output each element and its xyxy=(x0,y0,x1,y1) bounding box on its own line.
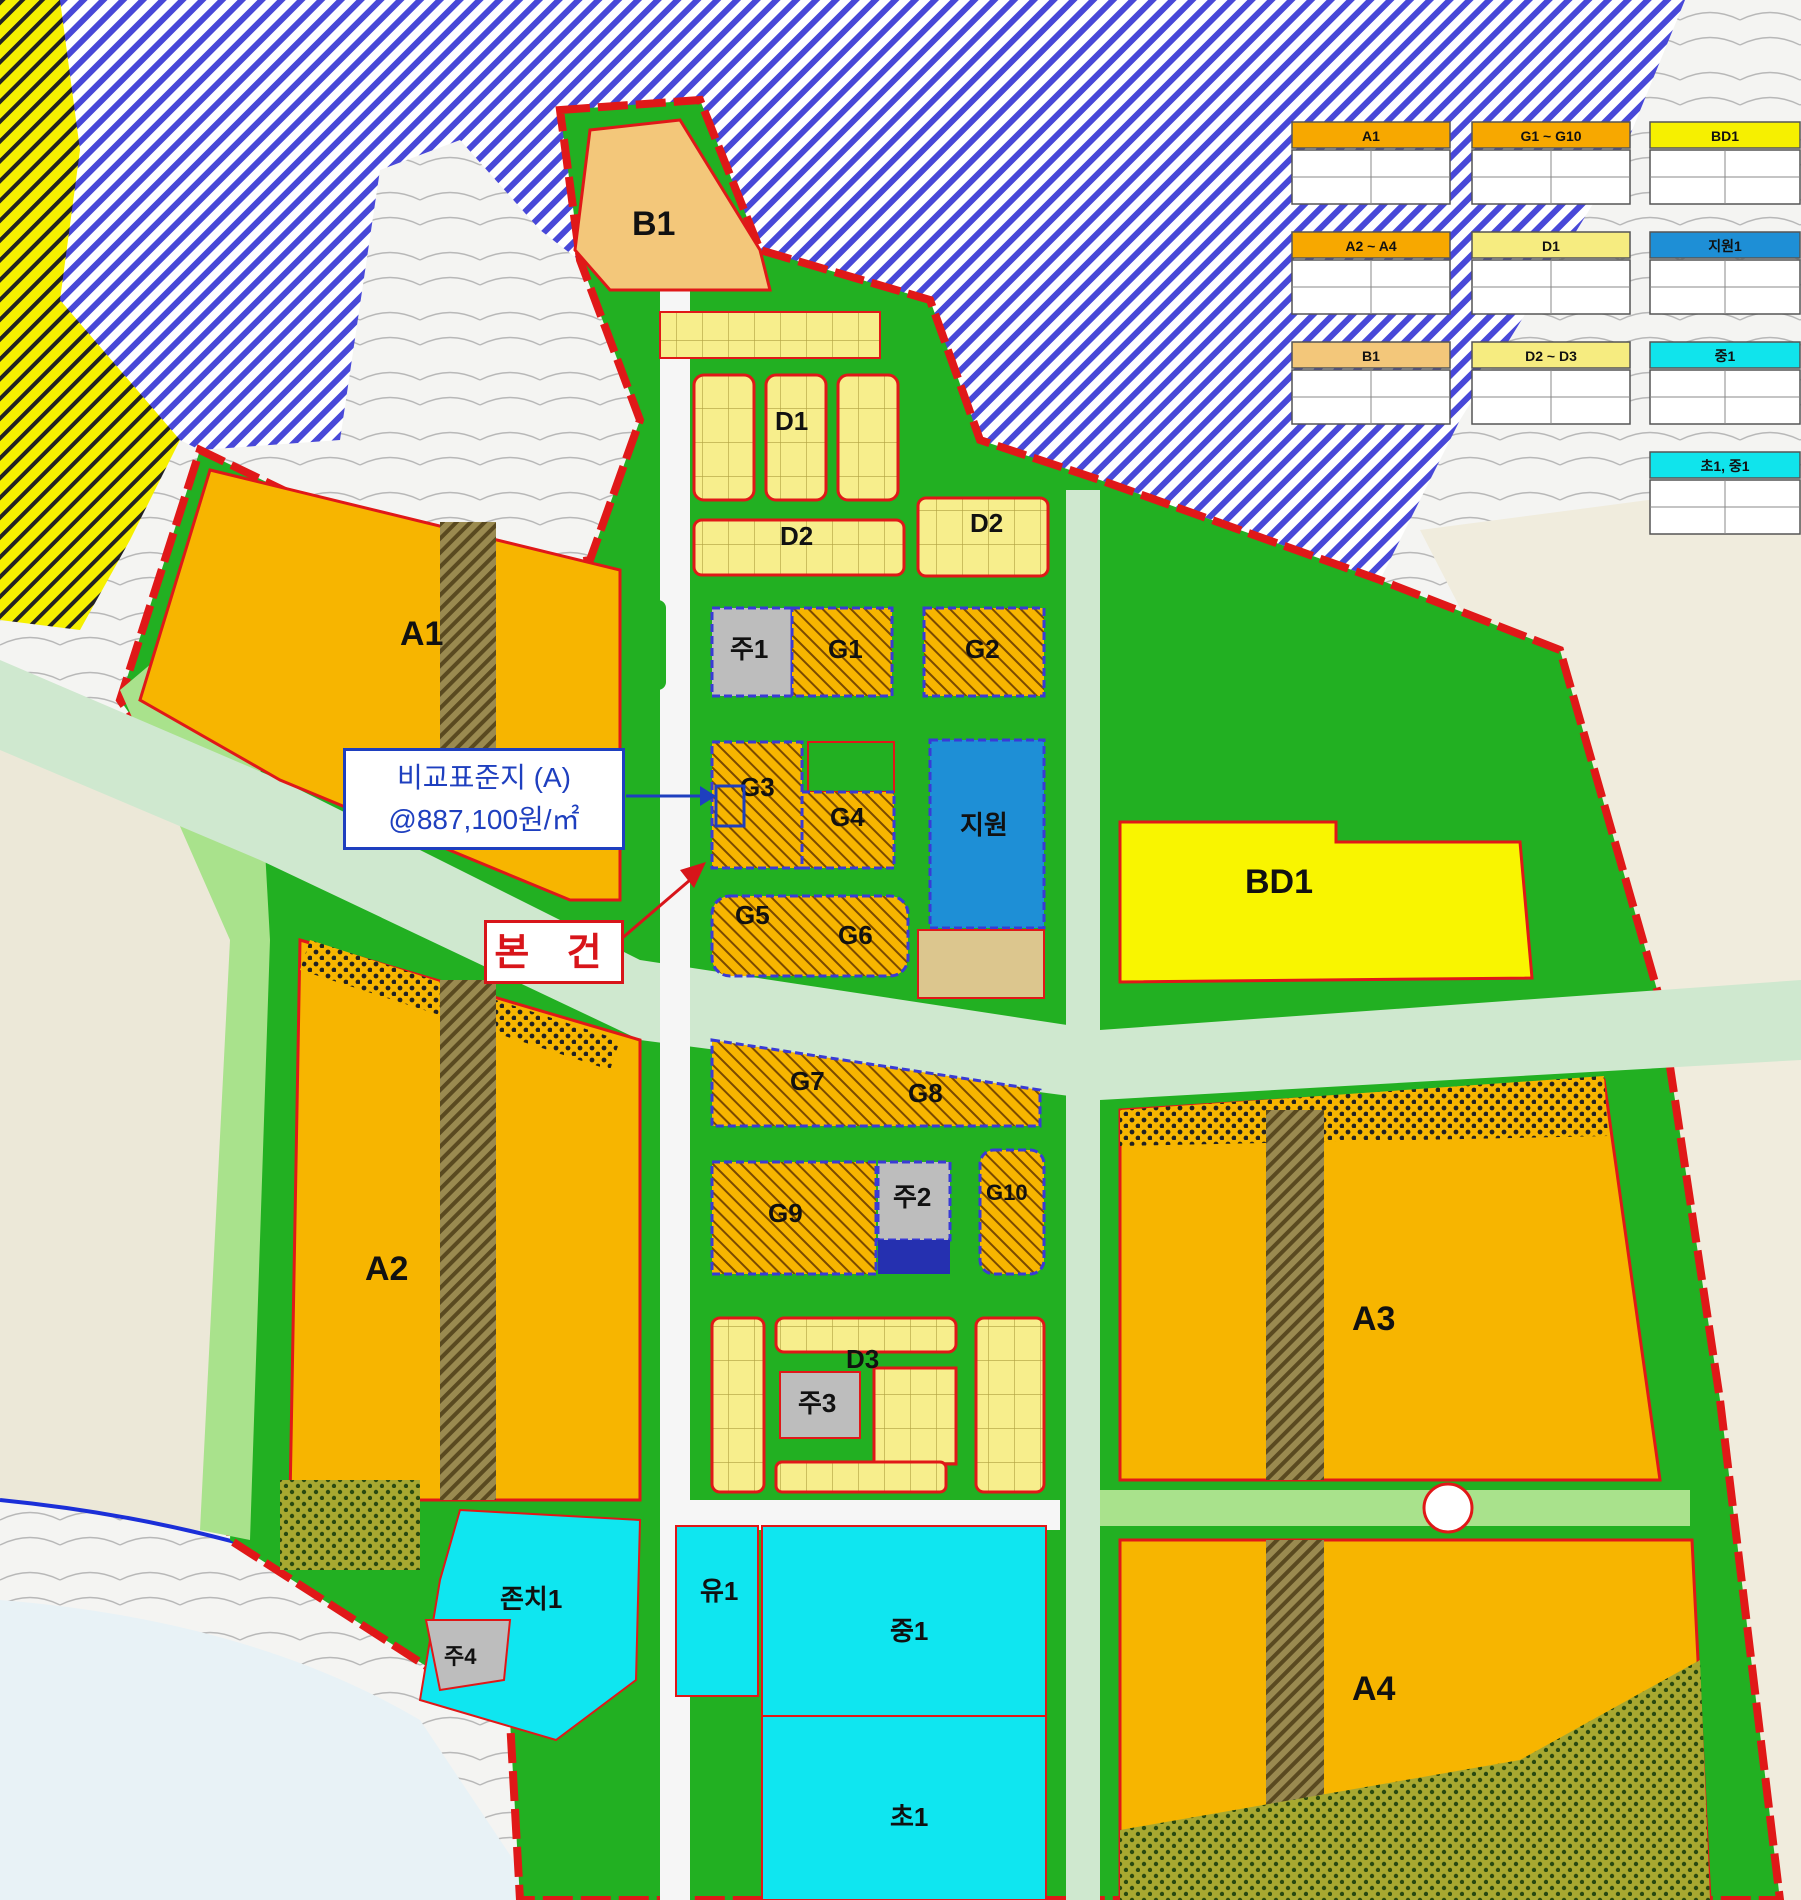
label-g2: G2 xyxy=(965,634,1000,664)
road-east-spur xyxy=(1100,1490,1690,1526)
label-bd1: BD1 xyxy=(1245,863,1313,901)
label-g9: G9 xyxy=(768,1198,803,1228)
label-jung1: 중1 xyxy=(890,1616,928,1646)
legend-title: G1 ~ G10 xyxy=(1520,128,1581,144)
label-d2-left: D2 xyxy=(780,521,813,551)
label-cho1: 초1 xyxy=(890,1802,928,1832)
label-jiwon: 지원 xyxy=(960,810,1008,840)
road-vertical-east xyxy=(1066,490,1100,1900)
land-use-plan-map: B1 D1 D2 D2 주1 G1 G2 G3 G4 지원 G5 G6 BD1 … xyxy=(0,0,1801,1900)
legend-title: D1 xyxy=(1542,238,1560,254)
legend-title: A1 xyxy=(1362,128,1380,144)
block-d3-right xyxy=(974,1316,1046,1494)
legend-title: BD1 xyxy=(1711,128,1739,144)
label-a1: A1 xyxy=(400,615,443,653)
legend-title: 지원1 xyxy=(1708,238,1742,254)
label-ju1: 주1 xyxy=(730,634,768,664)
callout-title: 비교표준지 (A) xyxy=(397,762,571,793)
label-b1: B1 xyxy=(632,205,675,243)
block-ju2-annex xyxy=(878,1240,950,1274)
block-g10 xyxy=(978,1148,1046,1276)
legend-title: 중1 xyxy=(1715,348,1736,364)
label-d3: D3 xyxy=(846,1344,879,1374)
a1-park-strip xyxy=(636,600,666,690)
legend-title: 초1, 중1 xyxy=(1700,458,1749,474)
label-g10: G10 xyxy=(986,1180,1028,1205)
label-a4: A4 xyxy=(1352,1670,1396,1708)
subject-property-label: 본 건 xyxy=(484,920,624,984)
label-yu1: 유1 xyxy=(700,1576,738,1606)
label-g1: G1 xyxy=(828,634,863,664)
callout-price: @887,100원/㎡ xyxy=(388,804,580,835)
block-jiwon-annex xyxy=(917,929,1045,999)
block-d3-left xyxy=(710,1316,766,1494)
label-a2: A2 xyxy=(365,1250,408,1288)
block-d1-c xyxy=(836,373,900,502)
label-g7: G7 xyxy=(790,1066,825,1096)
label-g8: G8 xyxy=(908,1078,943,1108)
label-g5: G5 xyxy=(735,900,770,930)
a1-green-strip xyxy=(440,522,496,762)
block-park-g xyxy=(807,741,895,793)
block-bd1 xyxy=(1118,820,1534,984)
block-d3-bottom xyxy=(774,1460,948,1494)
label-a3: A3 xyxy=(1352,1300,1395,1338)
a2-corner-dots xyxy=(280,1480,420,1570)
a2-green-strip xyxy=(440,980,496,1500)
label-ju3: 주3 xyxy=(798,1388,836,1418)
legend-title: A2 ~ A4 xyxy=(1345,238,1396,254)
label-g4: G4 xyxy=(830,802,865,832)
legend-title: B1 xyxy=(1362,348,1380,364)
label-jonchi1: 존치1 xyxy=(500,1584,562,1614)
block-d1-b xyxy=(764,373,828,502)
block-d3-mid xyxy=(872,1366,958,1466)
label-ju4: 주4 xyxy=(444,1644,477,1669)
a3-green-strip xyxy=(1266,1110,1324,1480)
legend-title: D2 ~ D3 xyxy=(1525,348,1577,364)
benchmark-callout: 비교표준지 (A) @887,100원/㎡ xyxy=(343,748,625,850)
block-yu1 xyxy=(675,1525,759,1697)
label-d1: D1 xyxy=(775,406,808,436)
label-ju2: 주2 xyxy=(893,1182,931,1212)
label-d2-right: D2 xyxy=(970,508,1003,538)
block-d1-a xyxy=(692,373,756,502)
label-g6: G6 xyxy=(838,920,873,950)
cul-de-sac xyxy=(1422,1482,1474,1534)
block-g3 xyxy=(710,740,804,870)
block-detached-strip xyxy=(659,311,881,359)
